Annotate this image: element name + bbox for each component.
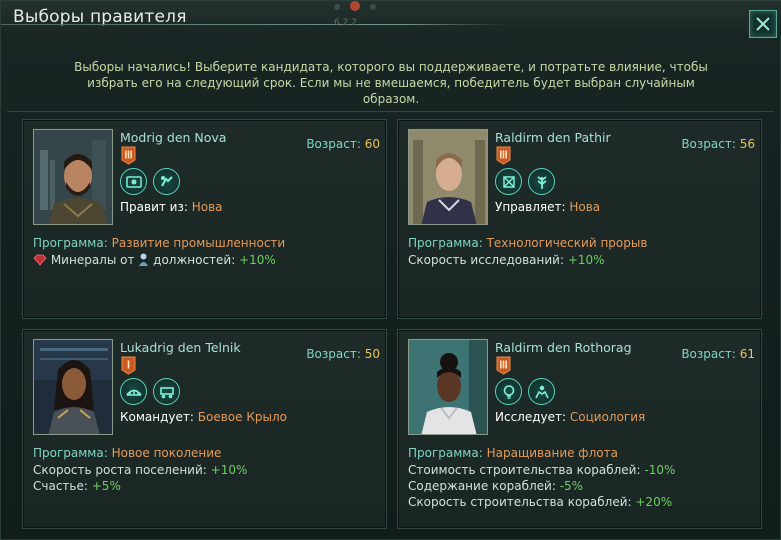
effect-line: Скорость исследований: +10% [408,253,605,267]
agenda: Программа: Наращивание флота [408,446,618,460]
trait-thumbs-icon[interactable] [153,168,180,195]
effect-line: Счастье: +5% [33,479,121,493]
leader-age: Возраст: 56 [681,137,755,151]
leader-role: Управляет: Нова [495,200,601,214]
leader-role: Исследует: Социология [495,410,646,424]
rank-badge-icon [496,356,511,375]
agenda: Программа: Технологический прорыв [408,236,648,250]
agenda: Программа: Новое поколение [33,446,222,460]
leader-name: Lukadrig den Telnik [120,340,241,355]
leader-name: Raldirm den Pathir [495,130,611,145]
title-bar: Выборы правителя 6 2 2 [1,1,781,35]
candidate-card[interactable]: Raldirm den Rothorag Возраст: 61 Исследу… [397,329,762,529]
leader-age: Возраст: 60 [306,137,380,151]
leader-name: Raldirm den Rothorag [495,340,632,355]
rank-badge-icon [496,146,511,165]
rank-badge-icon [121,356,136,375]
candidate-card[interactable]: Modrig den Nova Возраст: 60 Правит из: Н… [22,119,387,319]
trait-bridge-icon[interactable] [120,378,147,405]
trait-people-icon[interactable] [528,378,555,405]
minerals-icon [33,254,47,266]
close-icon [756,17,770,31]
effect-line: Минералы от должностей: +10% [33,253,276,267]
leader-election-window: Выборы правителя 6 2 2 Выборы начались! … [0,0,781,540]
rank-badge-icon [121,146,136,165]
leader-portrait [408,129,488,225]
candidate-card[interactable]: Lukadrig den Telnik Возраст: 50 Командуе… [22,329,387,529]
trait-robot-icon[interactable] [495,168,522,195]
effect-line: Стоимость строительства кораблей: -10% [408,463,676,477]
close-button[interactable] [749,10,777,38]
trait-leaf-icon[interactable] [528,168,555,195]
candidate-card[interactable]: Raldirm den Pathir Возраст: 56 Управляет… [397,119,762,319]
title-divider [1,24,506,25]
leader-portrait [33,339,113,435]
leader-age: Возраст: 61 [681,347,755,361]
leader-name: Modrig den Nova [120,130,227,145]
election-description: Выборы начались! Выберите кандидата, кот… [74,60,708,106]
leader-age: Возраст: 50 [306,347,380,361]
svg-text:6 2 2: 6 2 2 [334,18,357,28]
trait-cart-icon[interactable] [153,378,180,405]
leader-portrait [33,129,113,225]
trait-bulb-icon[interactable] [495,378,522,405]
agenda: Программа: Развитие промышленности [33,236,286,250]
leader-role: Правит из: Нова [120,200,223,214]
title-ornament-icon: 6 2 2 [334,1,376,28]
leader-portrait [408,339,488,435]
pop-icon [139,253,149,266]
effect-line: Скорость роста поселений: +10% [33,463,248,477]
effect-line: Содержание кораблей: -5% [408,479,584,493]
effect-line: Скорость строительства кораблей: +20% [408,495,673,509]
leader-role: Командует: Боевое Крыло [120,410,287,424]
trait-mineral-icon[interactable] [120,168,147,195]
